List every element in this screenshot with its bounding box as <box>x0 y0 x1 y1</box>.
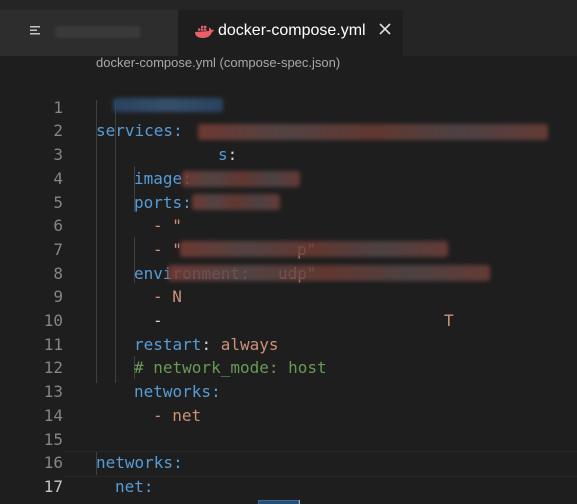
docker-icon <box>195 25 214 38</box>
tab-bar: docker-compose.yml <box>0 0 577 56</box>
code-line[interactable]: 2 s: <box>0 96 577 164</box>
code-line-current[interactable]: 17 enable_ipv6: true <box>0 451 577 504</box>
code-line[interactable]: 13 - net <box>0 356 577 425</box>
breadcrumb[interactable]: docker-compose.yml (compose-spec.json) <box>96 54 340 72</box>
redacted-service-name <box>113 98 223 112</box>
code-line[interactable]: 16 net: <box>0 428 577 496</box>
redacted-image <box>198 124 548 140</box>
code-line[interactable]: 14 <box>0 380 577 425</box>
code-line[interactable]: 1 services: <box>0 72 577 141</box>
redacted-env <box>180 241 448 257</box>
code-line[interactable]: 15 networks: <box>0 404 577 473</box>
code-line[interactable]: 7 environment: <box>0 214 577 283</box>
editor-window: docker-compose.yml docker-compose.yml (c… <box>0 0 577 504</box>
redacted-env <box>168 265 490 281</box>
code-line[interactable]: 10 restart: always <box>0 285 577 354</box>
tab-docker-compose[interactable]: docker-compose.yml <box>178 10 403 56</box>
code-line[interactable]: 6 - " udp" <box>0 191 577 282</box>
code-line[interactable]: 4 ports: <box>0 143 577 212</box>
tab-inactive[interactable] <box>0 10 178 56</box>
code-line[interactable]: 12 networks: <box>0 333 577 401</box>
close-icon[interactable] <box>378 22 392 36</box>
redacted-port <box>192 194 280 210</box>
code-line[interactable]: 11 # network_mode: host <box>0 309 577 378</box>
text-cursor <box>297 499 300 504</box>
redacted-tab-label <box>55 26 140 38</box>
lines-icon <box>30 26 40 35</box>
tab-label: docker-compose.yml <box>218 22 366 39</box>
redacted-port <box>182 171 300 187</box>
